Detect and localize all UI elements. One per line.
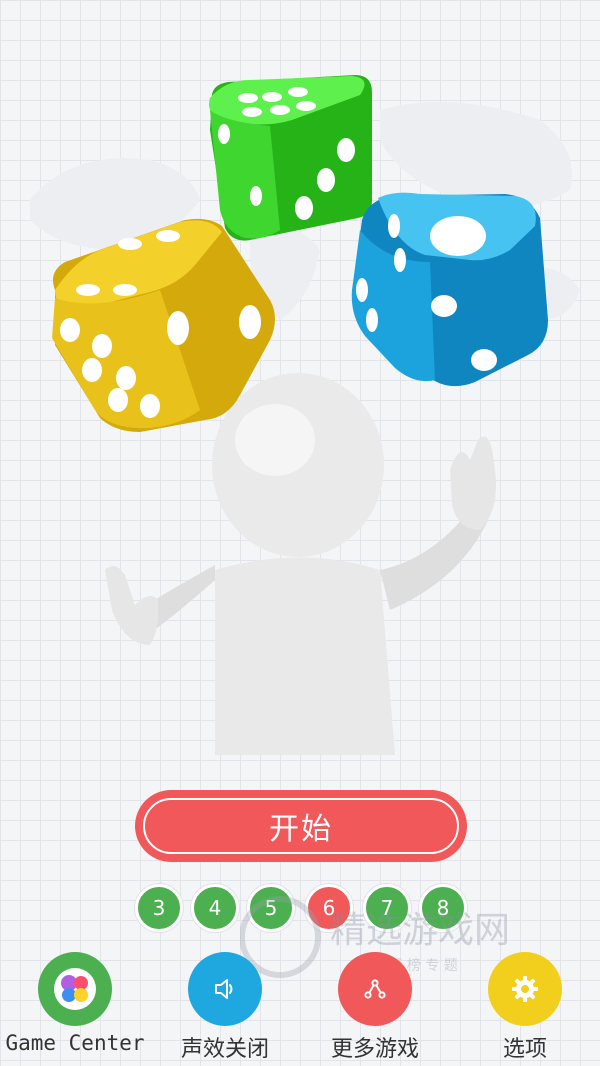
- dice-count-label: 4: [208, 896, 222, 920]
- sound-item: 声效关闭: [150, 952, 300, 1063]
- start-button[interactable]: 开始: [135, 790, 467, 862]
- hero-illustration: [30, 75, 580, 755]
- sound-toggle-button[interactable]: [188, 952, 262, 1026]
- dice-count-label: 5: [264, 896, 278, 920]
- dice-count-label: 3: [152, 896, 166, 920]
- speaker-icon: [215, 979, 233, 999]
- start-button-label: 开始: [269, 812, 333, 847]
- dice-count-6[interactable]: 6: [305, 884, 353, 932]
- dice-count-7[interactable]: 7: [363, 884, 411, 932]
- sound-label: 声效关闭: [180, 1037, 269, 1062]
- dice-count-5[interactable]: 5: [247, 884, 295, 932]
- options-label: 选项: [502, 1037, 547, 1062]
- dice-count-selector: 3 4 5 6 7 8: [135, 884, 467, 932]
- blue-die: [351, 192, 548, 387]
- share-icon: [364, 979, 386, 999]
- more-games-label: 更多游戏: [330, 1037, 419, 1062]
- game-center-icon: [54, 968, 96, 1010]
- game-center-label: Game Center: [5, 1031, 145, 1055]
- gear-icon: [512, 976, 538, 1002]
- options-item: 选项: [450, 952, 600, 1063]
- dice-count-4[interactable]: 4: [191, 884, 239, 932]
- game-center-item: Game Center: [0, 952, 150, 1055]
- game-center-button[interactable]: [38, 952, 112, 1026]
- options-button[interactable]: [488, 952, 562, 1026]
- green-die: [209, 75, 372, 241]
- juggling-figure: [105, 373, 496, 755]
- dice-count-label: 6: [322, 896, 336, 920]
- dice-count-label: 7: [380, 896, 394, 920]
- dice-count-3[interactable]: 3: [135, 884, 183, 932]
- dice-count-8[interactable]: 8: [419, 884, 467, 932]
- more-games-item: 更多游戏: [300, 952, 450, 1063]
- dice-count-label: 8: [436, 896, 450, 920]
- more-games-button[interactable]: [338, 952, 412, 1026]
